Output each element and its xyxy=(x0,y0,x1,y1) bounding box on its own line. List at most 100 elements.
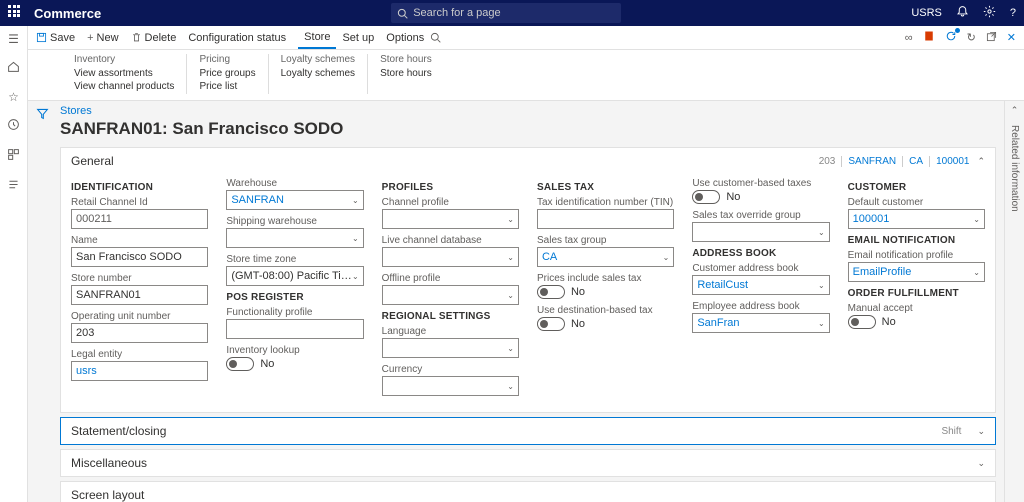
action-toolbar: Save +New Delete Configuration status St… xyxy=(28,26,1024,50)
popout-icon[interactable] xyxy=(986,31,997,45)
save-label: Save xyxy=(50,32,75,44)
save-button[interactable]: Save xyxy=(36,32,75,44)
breadcrumb[interactable]: Stores xyxy=(56,101,1000,117)
filter-column xyxy=(28,101,56,502)
brand-title: Commerce xyxy=(34,6,101,21)
live-db-select[interactable]: ⌄ xyxy=(382,247,519,267)
quick-warehouse[interactable]: SANFRAN xyxy=(841,156,896,167)
help-icon[interactable]: ? xyxy=(1010,7,1016,19)
gear-icon[interactable] xyxy=(983,5,996,21)
link-icon[interactable]: ∞ xyxy=(905,32,913,44)
link-view-assortments[interactable]: View assortments xyxy=(74,68,174,79)
quick-customer[interactable]: 100001 xyxy=(929,156,969,167)
override-group-select[interactable]: ⌄ xyxy=(692,222,829,242)
workspace-icon[interactable] xyxy=(7,148,20,164)
legal-entity-select[interactable]: usrs xyxy=(71,361,208,381)
card-screen-header[interactable]: Screen layout xyxy=(61,482,995,502)
unit-label: Operating unit number xyxy=(71,311,208,322)
channel-profile-select[interactable]: ⌄ xyxy=(382,209,519,229)
right-panel-tab[interactable]: ⌃ Related information xyxy=(1004,101,1024,502)
user-label[interactable]: USRS xyxy=(911,7,942,19)
warehouse-select[interactable]: SANFRAN⌄ xyxy=(226,190,363,210)
language-select[interactable]: ⌄ xyxy=(382,338,519,358)
link-store-hours[interactable]: Store hours xyxy=(380,68,432,79)
customer-title: CUSTOMER xyxy=(848,182,985,193)
legal-entity-label: Legal entity xyxy=(71,349,208,360)
card-general-header[interactable]: General 203 SANFRAN CA 100001 ⌃ xyxy=(61,148,995,174)
link-price-list[interactable]: Price list xyxy=(199,81,255,92)
new-button[interactable]: +New xyxy=(87,32,118,44)
menu-icon[interactable]: ☰ xyxy=(8,32,19,46)
chevron-down-icon: ⌄ xyxy=(352,196,359,205)
star-icon[interactable]: ☆ xyxy=(8,90,19,104)
refresh-icon[interactable] xyxy=(945,30,957,45)
offline-profile-select[interactable]: ⌄ xyxy=(382,285,519,305)
emp-addr-select[interactable]: SanFran⌄ xyxy=(692,313,829,333)
quick-tax[interactable]: CA xyxy=(902,156,923,167)
tax-group-select[interactable]: CA⌄ xyxy=(537,247,674,267)
emp-addr-value: SanFran xyxy=(697,317,739,329)
delete-button[interactable]: Delete xyxy=(131,32,177,44)
dest-tax-label: Use destination-based tax xyxy=(537,305,674,316)
tax-group-label: Sales tax group xyxy=(537,235,674,246)
chevron-down-icon: ⌄ xyxy=(818,281,825,290)
tab-setup[interactable]: Set up xyxy=(336,28,380,48)
shipping-wh-select[interactable]: ⌄ xyxy=(226,228,363,248)
dest-tax-toggle[interactable]: No xyxy=(537,317,674,331)
app-launcher-icon[interactable] xyxy=(8,5,24,21)
card-misc-header[interactable]: Miscellaneous ⌄ xyxy=(61,450,995,476)
chevron-down-icon: ⌄ xyxy=(507,215,514,224)
link-price-groups[interactable]: Price groups xyxy=(199,68,255,79)
filter-icon[interactable] xyxy=(36,107,49,123)
list-icon[interactable] xyxy=(7,178,20,194)
tin-label: Tax identification number (TIN) xyxy=(537,197,674,208)
quick-unit: 203 xyxy=(819,156,836,167)
unit-input[interactable] xyxy=(71,323,208,343)
timezone-select[interactable]: (GMT-08:00) Pacific Time (US …⌄ xyxy=(226,266,363,286)
link-groups: Inventory View assortments View channel … xyxy=(28,50,1024,101)
override-group-label: Sales tax override group xyxy=(692,210,829,221)
cust-tax-value: No xyxy=(726,191,740,203)
close-icon[interactable]: ✕ xyxy=(1007,31,1016,44)
channel-id-input[interactable] xyxy=(71,209,208,229)
link-view-channel-products[interactable]: View channel products xyxy=(74,81,174,92)
currency-select[interactable]: ⌄ xyxy=(382,376,519,396)
home-icon[interactable] xyxy=(7,60,20,76)
toolbar-search-icon[interactable] xyxy=(430,32,444,43)
card-statement: Statement/closing Shift ⌄ xyxy=(60,417,996,445)
email-profile-select[interactable]: EmailProfile⌄ xyxy=(848,262,985,282)
config-status-label: Configuration status xyxy=(188,32,286,44)
form-area[interactable]: Stores SANFRAN01: San Francisco SODO Gen… xyxy=(56,101,1004,502)
inv-lookup-toggle[interactable]: No xyxy=(226,357,363,371)
cust-addr-select[interactable]: RetailCust⌄ xyxy=(692,275,829,295)
group-hours-title: Store hours xyxy=(380,54,432,65)
office-icon[interactable] xyxy=(923,30,935,45)
bell-icon[interactable] xyxy=(956,5,969,21)
attachment-icon[interactable]: ↻ xyxy=(967,31,976,44)
chevron-down-icon: ⌄ xyxy=(977,458,985,469)
manual-accept-toggle[interactable]: No xyxy=(848,315,985,329)
config-status-button[interactable]: Configuration status xyxy=(188,32,286,44)
search-box[interactable]: Search for a page xyxy=(391,3,621,23)
tin-input[interactable] xyxy=(537,209,674,229)
store-number-input[interactable] xyxy=(71,285,208,305)
tab-store[interactable]: Store xyxy=(298,27,336,49)
card-statement-header[interactable]: Statement/closing Shift ⌄ xyxy=(61,418,995,444)
search-icon xyxy=(397,8,408,19)
func-profile-select[interactable] xyxy=(226,319,363,339)
tab-options[interactable]: Options xyxy=(380,28,430,48)
sales-tax-title: SALES TAX xyxy=(537,182,674,193)
link-loyalty-schemes[interactable]: Loyalty schemes xyxy=(281,68,355,79)
col-cust-tax-addr: Use customer-based taxesNo Sales tax ove… xyxy=(692,178,829,402)
prices-incl-toggle[interactable]: No xyxy=(537,285,674,299)
default-cust-label: Default customer xyxy=(848,197,985,208)
group-loyalty: Loyalty schemes Loyalty schemes xyxy=(269,54,368,94)
cust-tax-toggle[interactable]: No xyxy=(692,190,829,204)
col-sales-tax: SALES TAX Tax identification number (TIN… xyxy=(537,178,674,402)
col-profiles-regional: PROFILES Channel profile⌄ Live channel d… xyxy=(382,178,519,402)
group-loyalty-title: Loyalty schemes xyxy=(281,54,355,65)
chevron-down-icon: ⌄ xyxy=(352,234,359,243)
default-cust-select[interactable]: 100001⌄ xyxy=(848,209,985,229)
name-input[interactable] xyxy=(71,247,208,267)
recent-icon[interactable] xyxy=(7,118,20,134)
